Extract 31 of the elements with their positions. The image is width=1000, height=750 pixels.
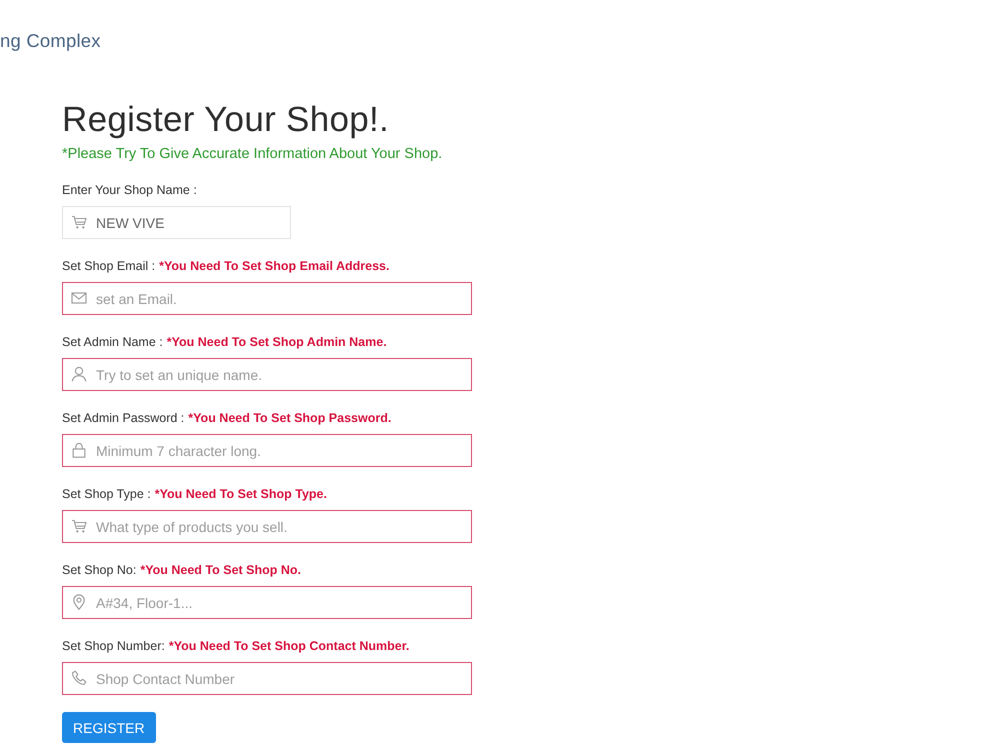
input-field[interactable]: NEW VIVE (62, 206, 291, 239)
input-field[interactable]: What type of products you sell. (62, 510, 472, 543)
input-field[interactable]: Shop Contact Number (62, 662, 472, 695)
field-label: Set Shop No: (62, 562, 136, 578)
error-message: *You Need To Set Shop Password. (188, 410, 392, 426)
cart-icon (71, 214, 87, 230)
page-title: Register Your Shop!. (62, 100, 390, 140)
register-button[interactable]: REGISTER (62, 712, 156, 743)
cart-icon (71, 518, 87, 534)
field-label: Enter Your Shop Name : (62, 182, 197, 198)
envelope-icon (71, 290, 87, 306)
field-label: Set Admin Name : (62, 334, 163, 350)
error-message: *You Need To Set Shop No. (140, 562, 302, 578)
map-pin-icon (71, 594, 87, 610)
field-label: Set Shop Email : (62, 258, 156, 274)
field-label: Set Admin Password : (62, 410, 184, 426)
input-field[interactable]: Try to set an unique name. (62, 358, 472, 391)
error-message: *You Need To Set Shop Email Address. (159, 258, 390, 274)
field-label: Set Shop Number: (62, 638, 165, 654)
user-icon (71, 366, 87, 382)
padlock-icon (71, 442, 87, 458)
phone-icon (71, 670, 87, 686)
error-message: *You Need To Set Shop Type. (154, 486, 327, 502)
field-label: Set Shop Type : (62, 486, 151, 502)
info-note: *Please Try To Give Accurate Information About Your Shop. (62, 145, 442, 164)
input-field[interactable]: set an Email. (62, 282, 472, 315)
error-message: *You Need To Set Shop Admin Name. (166, 334, 387, 350)
error-message: *You Need To Set Shop Contact Number. (168, 638, 410, 654)
input-field[interactable]: Minimum 7 character long. (62, 434, 472, 467)
logo-text: ng Complex (0, 30, 101, 52)
input-field[interactable]: A#34, Floor-1... (62, 586, 472, 619)
